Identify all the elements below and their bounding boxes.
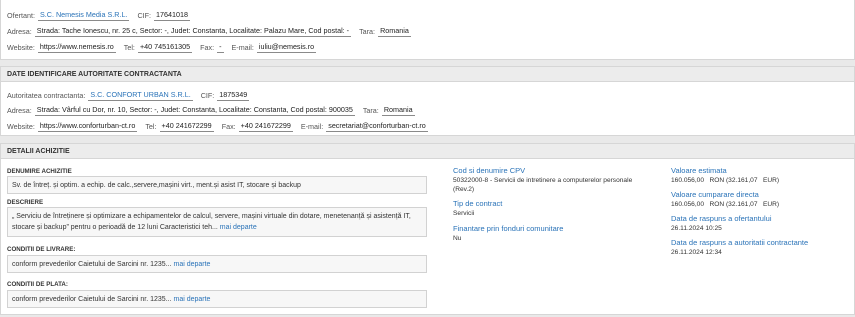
website-label: Website: bbox=[7, 42, 35, 52]
cpv-value: 50322000-8 - Servicii de intretinere a c… bbox=[453, 177, 633, 193]
authority-cif-value: 1875349 bbox=[217, 89, 250, 101]
cpv-title: Cod si denumire CPV bbox=[453, 166, 526, 175]
authority-tel-label: Tel: bbox=[145, 121, 157, 131]
authority-adresa-value: Strada: Vârful cu Dor, nr. 10, Sector: -… bbox=[34, 104, 355, 116]
tel-value: +40 745161305 bbox=[137, 41, 193, 53]
denumire-value: Sv. de întreț. și optim. a echip. de cal… bbox=[12, 182, 301, 189]
fax-label: Fax: bbox=[200, 42, 215, 52]
offerer-row: Ofertant: S.C. Nemesis Media S.R.L. CIF:… bbox=[7, 9, 198, 21]
adresa-label: Adresa: bbox=[7, 26, 32, 36]
val-est-title: Valoare estimata bbox=[671, 166, 727, 175]
authority-row: Autoritatea contractanta: S.C. CONFORT U… bbox=[7, 89, 257, 101]
authority-tara-label: Tara: bbox=[362, 105, 379, 115]
authority-website-label: Website: bbox=[7, 121, 35, 131]
cif-value: 17641018 bbox=[154, 9, 191, 21]
livrare-box: conform prevederilor Caietului de Sarcin… bbox=[7, 255, 427, 273]
fin-title: Finantare prin fonduri comunitare bbox=[453, 224, 564, 233]
tara-label: Tara: bbox=[359, 26, 376, 36]
authority-address-row: Adresa: Strada: Vârful cu Dor, nr. 10, S… bbox=[7, 104, 423, 116]
authority-email-value[interactable]: secretariat@conforturban-ct.ro bbox=[326, 121, 428, 132]
tel-label: Tel: bbox=[123, 42, 135, 52]
data-of-value: 26.11.2024 10:25 bbox=[671, 225, 722, 232]
authority-fax-label: Fax: bbox=[221, 121, 236, 131]
tara-value: Romania bbox=[378, 25, 411, 37]
email-value[interactable]: iuliu@nemesis.ro bbox=[256, 42, 317, 53]
authority-cif-label: CIF: bbox=[200, 90, 215, 100]
autoritatea-label: Autoritatea contractanta: bbox=[7, 90, 86, 100]
cif-label: CIF: bbox=[137, 10, 152, 20]
authority-email-label: E-mail: bbox=[300, 121, 324, 131]
authority-tara-value: Romania bbox=[381, 104, 415, 116]
adresa-value: Strada: Tache Ionescu, nr. 25 c, Sector:… bbox=[34, 25, 352, 37]
descriere-label: DESCRIERE bbox=[7, 199, 44, 206]
val-est-value: 160.056,00 RON (32.161,07 EUR) bbox=[671, 177, 780, 184]
data-of-title: Data de raspuns a ofertantului bbox=[671, 214, 772, 223]
descriere-box: „ Serviciu de întreținere și optimizare … bbox=[7, 207, 427, 237]
authority-adresa-label: Adresa: bbox=[7, 105, 32, 115]
details-panel: DETALII ACHIZITIE DENUMIRE ACHIZITIE Sv.… bbox=[0, 143, 855, 315]
authority-website-value[interactable]: https://www.conforturban-ct.ro bbox=[37, 121, 138, 132]
plata-value: conform prevederilor Caietului de Sarcin… bbox=[12, 296, 172, 303]
authority-tel-value: +40 241672299 bbox=[159, 120, 214, 132]
plata-more-link[interactable]: mai departe bbox=[173, 296, 210, 303]
livrare-more-link[interactable]: mai departe bbox=[173, 261, 210, 268]
details-header: DETALII ACHIZITIE bbox=[1, 144, 854, 159]
val-cump-title: Valoare cumparare directa bbox=[671, 190, 759, 199]
tip-value: Servicii bbox=[453, 210, 475, 217]
fin-value: Nu bbox=[453, 235, 462, 242]
denumire-box: Sv. de întreț. și optim. a echip. de cal… bbox=[7, 176, 427, 194]
fax-value: - bbox=[217, 41, 224, 53]
tip-title: Tip de contract bbox=[453, 199, 503, 208]
offerer-address-row: Adresa: Strada: Tache Ionescu, nr. 25 c,… bbox=[7, 25, 419, 37]
descriere-more-link[interactable]: mai departe bbox=[220, 224, 257, 231]
offerer-panel: Ofertant: S.C. Nemesis Media S.R.L. CIF:… bbox=[0, 0, 855, 60]
denumire-label: DENUMIRE ACHIZITIE bbox=[7, 168, 72, 175]
ofertant-value[interactable]: S.C. Nemesis Media S.R.L. bbox=[37, 10, 130, 21]
val-cump-value: 160.056,00 RON (32.161,07 EUR) bbox=[671, 201, 780, 208]
ofertant-label: Ofertant: bbox=[7, 10, 35, 20]
email-label: E-mail: bbox=[231, 42, 254, 52]
authority-panel: DATE IDENTIFICARE AUTORITATE CONTRACTANT… bbox=[0, 66, 855, 136]
data-aut-value: 26.11.2024 12:34 bbox=[671, 249, 722, 256]
data-aut-title: Data de raspuns a autoritatii contractan… bbox=[671, 238, 809, 247]
livrare-label: CONDITII DE LIVRARE: bbox=[7, 246, 76, 253]
plata-label: CONDITII DE PLATA: bbox=[7, 281, 68, 288]
authority-contact-row: Website: https://www.conforturban-ct.ro … bbox=[7, 120, 436, 132]
descriere-value: „ Serviciu de întreținere și optimizare … bbox=[12, 213, 411, 231]
livrare-value: conform prevederilor Caietului de Sarcin… bbox=[12, 261, 172, 268]
plata-box: conform prevederilor Caietului de Sarcin… bbox=[7, 290, 427, 308]
authority-header: DATE IDENTIFICARE AUTORITATE CONTRACTANT… bbox=[1, 67, 854, 82]
autoritatea-value[interactable]: S.C. CONFORT URBAN S.R.L. bbox=[88, 90, 193, 101]
authority-fax-value: +40 241672299 bbox=[238, 120, 293, 132]
website-value[interactable]: https://www.nemesis.ro bbox=[37, 42, 116, 53]
offerer-contact-row: Website: https://www.nemesis.ro Tel: +40… bbox=[7, 41, 324, 53]
